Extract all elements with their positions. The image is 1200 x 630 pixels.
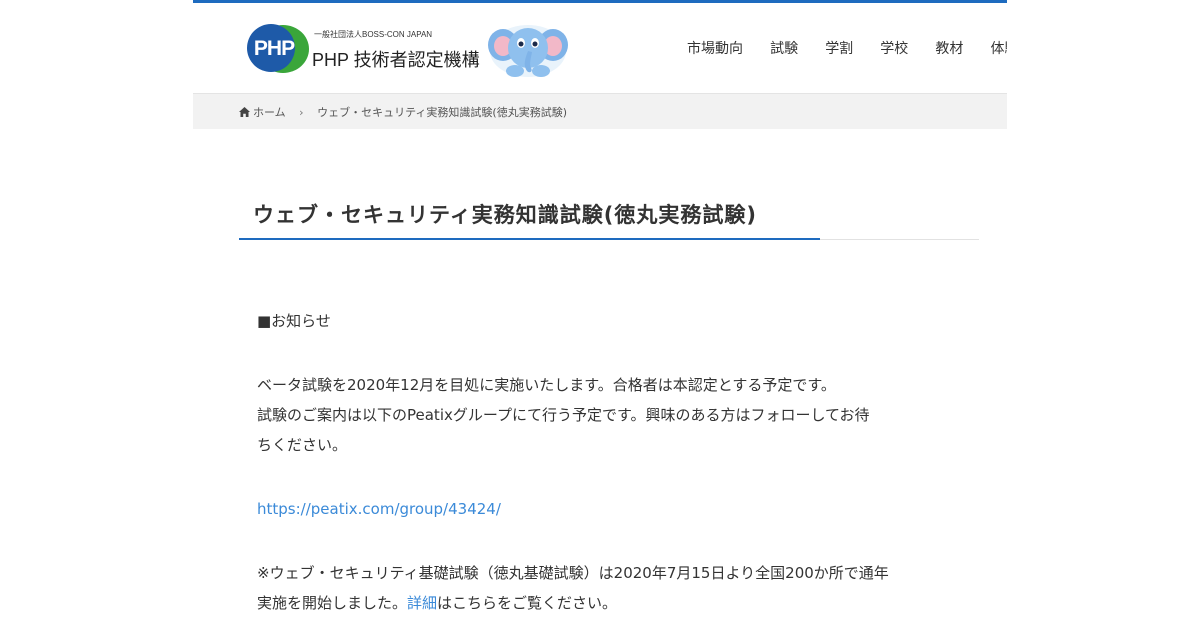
breadcrumb-trail: ホーム › ウェブ・セキュリティ実務知識試験(徳丸実務試験) (239, 104, 567, 120)
site-header: PHP 一般社団法人BOSS-CON JAPAN PHP 技術者認定機構 市場動 (193, 3, 1007, 93)
paragraph-beta-line-2: 試験のご案内は以下のPeatixグループにて行う予定です。興味のある方はフォロー… (257, 406, 870, 424)
paragraph-beta-line-3: ちください。 (257, 436, 348, 454)
elephant-mascot-icon (488, 25, 568, 77)
home-icon (239, 107, 250, 117)
nav-item-student-discount[interactable]: 学割 (825, 38, 853, 58)
site-logo[interactable]: PHP 一般社団法人BOSS-CON JAPAN PHP 技術者認定機構 (241, 21, 573, 79)
nav-item-materials[interactable]: 教材 (935, 38, 963, 58)
logo-org-small: 一般社団法人BOSS-CON JAPAN (314, 30, 433, 39)
nav-item-exam[interactable]: 試験 (770, 38, 798, 58)
logo-org-main: PHP 技術者認定機構 (312, 50, 480, 70)
peatix-group-link[interactable]: https://peatix.com/group/43424/ (257, 500, 501, 518)
notice-heading: ■お知らせ (257, 312, 331, 330)
nav-item-market[interactable]: 市場動向 (687, 38, 743, 58)
paragraph-basic-line-1: ※ウェブ・セキュリティ基礎試験（徳丸基礎試験）は2020年7月15日より全国20… (257, 564, 889, 582)
breadcrumb-current: ウェブ・セキュリティ実務知識試験(徳丸実務試験) (317, 106, 567, 119)
article-body: ■お知らせ ベータ試験を2020年12月を目処に実施いたします。合格者は本認定と… (257, 306, 957, 618)
logo-mark: PHP (253, 37, 295, 60)
breadcrumb: ホーム › ウェブ・セキュリティ実務知識試験(徳丸実務試験) (193, 93, 1007, 129)
detail-link[interactable]: 詳細 (407, 594, 437, 612)
page: PHP 一般社団法人BOSS-CON JAPAN PHP 技術者認定機構 市場動 (193, 0, 1007, 630)
paragraph-basic-text-before: 実施を開始しました。 (257, 594, 408, 612)
global-nav: 市場動向 試験 学割 学校 教材 体験談 (687, 38, 1007, 62)
paragraph-basic-line-2: 実施を開始しました。詳細はこちらをご覧ください。 (257, 588, 957, 618)
breadcrumb-home-link[interactable]: ホーム (239, 106, 289, 119)
nav-item-testimonials[interactable]: 体験談 (990, 38, 1007, 58)
title-underline (239, 238, 820, 240)
page-title-block: ウェブ・セキュリティ実務知識試験(徳丸実務試験) (239, 195, 979, 240)
breadcrumb-home-label: ホーム (253, 106, 286, 119)
nav-item-school[interactable]: 学校 (880, 38, 908, 58)
page-title: ウェブ・セキュリティ実務知識試験(徳丸実務試験) (253, 203, 757, 227)
chevron-right-icon: › (299, 106, 304, 119)
paragraph-beta-line-1: ベータ試験を2020年12月を目処に実施いたします。合格者は本認定とする予定です… (257, 376, 836, 394)
paragraph-basic-text-after: はこちらをご覧ください。 (437, 594, 618, 612)
